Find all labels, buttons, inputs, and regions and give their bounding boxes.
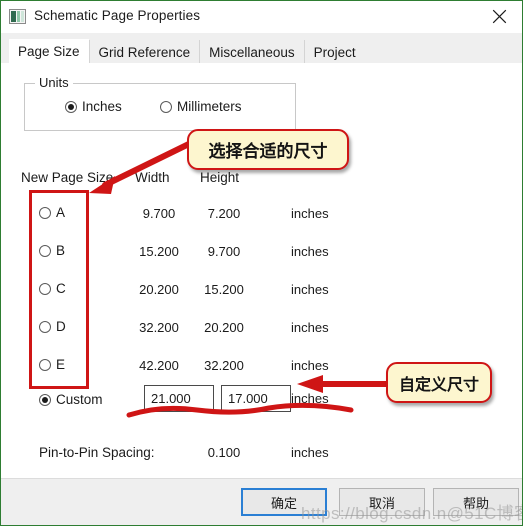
title-bar: Schematic Page Properties <box>1 1 522 33</box>
cell-height-d: 20.200 <box>204 320 244 335</box>
page-size-radio-group-highlight <box>29 190 89 389</box>
header-width: Width <box>135 170 170 185</box>
tab-strip: Page Size Grid Reference Miscellaneous P… <box>1 33 522 65</box>
pin-to-pin-unit: inches <box>291 445 329 460</box>
radio-units-inches[interactable]: Inches <box>65 99 122 114</box>
header-new-page-size: New Page Size <box>21 170 114 185</box>
app-icon <box>9 9 26 24</box>
units-group-label: Units <box>35 75 73 90</box>
callout-select-suitable-size: 选择合适的尺寸 <box>187 129 349 170</box>
pin-to-pin-value: 0.100 <box>207 445 241 460</box>
radio-units-millimeters[interactable]: Millimeters <box>160 99 242 114</box>
custom-height-input[interactable] <box>221 385 291 412</box>
custom-width-input[interactable] <box>144 385 214 412</box>
cell-height-c: 15.200 <box>204 282 244 297</box>
radio-label-inches: Inches <box>82 99 122 114</box>
tab-grid-reference[interactable]: Grid Reference <box>88 40 200 65</box>
radio-dot-icon <box>39 393 51 406</box>
tab-project[interactable]: Project <box>303 40 365 65</box>
cell-unit-e: inches <box>291 358 329 373</box>
cell-unit-d: inches <box>291 320 329 335</box>
watermark-text: https://blog.csdn.n@51C博客 <box>301 504 523 523</box>
custom-unit-label: inches <box>291 391 329 406</box>
cell-height-a: 7.200 <box>207 206 241 221</box>
units-groupbox: Units Inches Millimeters <box>24 75 296 131</box>
cell-unit-b: inches <box>291 244 329 259</box>
tab-miscellaneous[interactable]: Miscellaneous <box>199 40 304 65</box>
tab-page-size[interactable]: Page Size <box>9 39 89 65</box>
radio-label-custom: Custom <box>56 392 103 407</box>
radio-dot-icon <box>160 100 172 113</box>
radio-page-size-custom[interactable]: Custom <box>39 392 103 407</box>
schematic-page-properties-dialog: Schematic Page Properties Page Size Grid… <box>0 0 523 526</box>
close-icon[interactable] <box>477 1 522 31</box>
callout-custom-size: 自定义尺寸 <box>386 362 492 403</box>
cell-unit-c: inches <box>291 282 329 297</box>
cell-height-e: 32.200 <box>204 358 244 373</box>
radio-label-millimeters: Millimeters <box>177 99 242 114</box>
window-title: Schematic Page Properties <box>34 8 201 23</box>
header-height: Height <box>200 170 240 185</box>
cell-height-b: 9.700 <box>207 244 241 259</box>
cell-unit-a: inches <box>291 206 329 221</box>
pin-to-pin-label: Pin-to-Pin Spacing: <box>39 445 155 460</box>
radio-dot-icon <box>65 100 77 113</box>
